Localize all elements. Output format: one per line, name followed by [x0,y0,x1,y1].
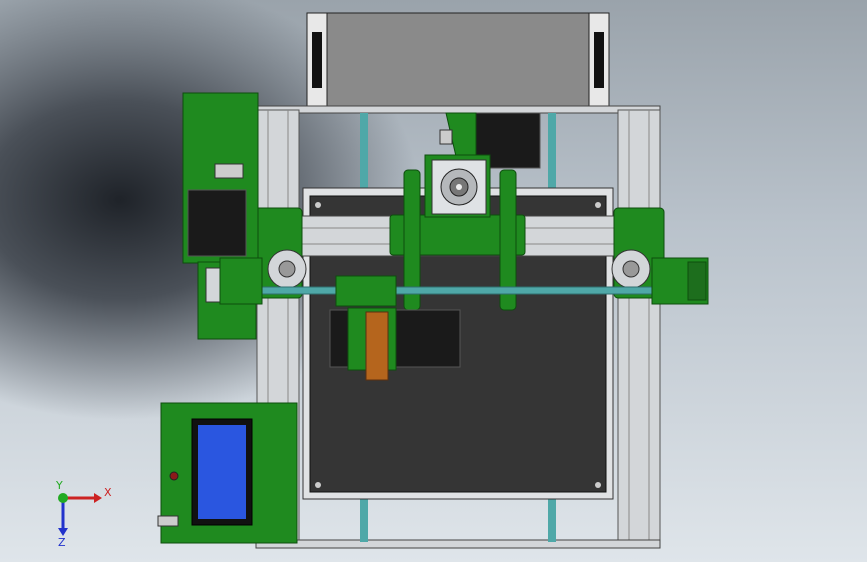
mainboard-connector [214,163,244,179]
bracket-detail [687,261,707,301]
printer-model[interactable] [0,0,867,562]
y-axis-label: Y [55,480,63,492]
idler-block [439,129,453,145]
z-rod-left-top [360,113,368,193]
z-arrowhead [58,528,68,536]
x-axis-rod [261,286,673,295]
y-axis-dot [58,493,68,503]
bed-screw [315,202,321,208]
psu-left-fan [312,32,322,88]
frame-bottom-rail [255,539,661,549]
x-axis-label: X [104,486,112,499]
bed-screw [315,482,321,488]
hotend-carriage[interactable] [335,275,397,307]
power-supply[interactable] [306,12,610,107]
left-motor-mount [219,257,263,305]
cad-viewport[interactable]: X Y Z [0,0,867,562]
hotend-copper-block[interactable] [365,311,389,381]
pulley-left-hub [278,260,296,278]
z-rod-right-top [548,113,556,193]
psu-right-fan [594,32,604,88]
frame-top-rail [255,105,661,114]
bed-screw [595,202,601,208]
z-rod-right-bottom [548,497,556,542]
x-arrowhead [94,493,102,503]
lcd-screen[interactable] [198,425,246,519]
coordinate-triad: X Y Z [40,480,120,550]
z-rod-left-bottom [360,497,368,542]
mainboard-fan [187,189,247,257]
sd-card-slot[interactable] [157,515,179,527]
encoder-knob[interactable] [169,471,179,481]
frame-right-extrusion [617,109,661,547]
axes-icon: X Y Z [55,480,112,549]
pulley-right-hub [622,260,640,278]
bed-screw [595,482,601,488]
z-axis-label: Z [58,536,66,549]
motor-shaft-center [456,184,462,190]
